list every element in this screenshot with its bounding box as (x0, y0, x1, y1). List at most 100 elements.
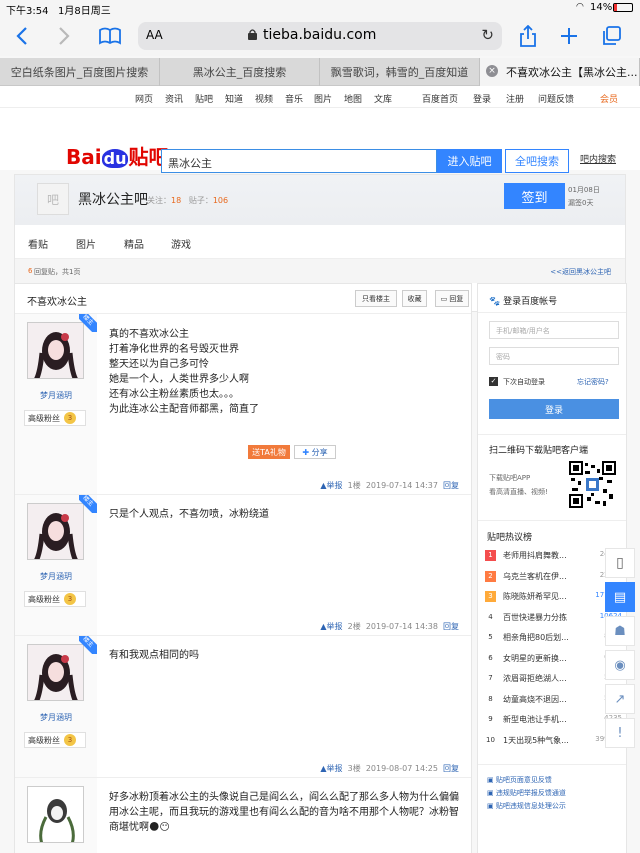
browser-tab[interactable]: 飘雪歌词，韩雪的_百度知道 (320, 58, 480, 86)
tab-featured[interactable]: 精品 (124, 236, 144, 251)
browser-tab-active[interactable]: × 不喜欢冰公主【黑冰公主... (480, 58, 640, 86)
back-button[interactable] (8, 22, 36, 50)
favorite-button[interactable]: 收藏 (402, 290, 427, 307)
username[interactable]: 梦月涵玥 (15, 571, 97, 582)
password-field[interactable]: 密码 (489, 347, 619, 365)
hot-topic-item[interactable]: 9新型电池让手机...4235 (485, 713, 622, 727)
close-tab-icon[interactable]: × (486, 65, 498, 77)
report-page-button[interactable]: ! (605, 718, 635, 748)
nav-link[interactable]: 地图 (344, 92, 362, 105)
report-link[interactable]: ▲举报 (320, 622, 342, 631)
lock-icon (248, 29, 257, 40)
hot-topic-item[interactable]: 7浓眉哥拒绝湖人...5789 (485, 672, 622, 686)
share-page-button[interactable]: ↗ (605, 684, 635, 714)
nav-link-vip[interactable]: 会员 (600, 92, 618, 105)
nav-link-baidu-home[interactable]: 百度首页 (422, 92, 458, 105)
browser-tab[interactable]: 空白纸条图片_百度图片搜索 (0, 58, 160, 86)
violation-notice-link[interactable]: ▣ 贴吧违规信息处理公示 (487, 800, 566, 813)
reload-icon[interactable]: ↻ (481, 26, 494, 44)
hot-topic-item[interactable]: 101天出现5种气象...399874 (485, 734, 622, 748)
share-button[interactable] (514, 22, 542, 50)
hot-topic-title: 新型电池让手机... (503, 715, 567, 724)
avatar[interactable] (27, 503, 84, 560)
all-forum-search-button[interactable]: 全吧搜索 (505, 149, 569, 173)
nav-link[interactable]: 知道 (225, 92, 243, 105)
auto-login-label: 下次自动登录 (503, 378, 545, 386)
hot-topic-item[interactable]: 1老师用抖肩舞教...24560 (485, 549, 622, 563)
username[interactable]: 梦月涵玥 (15, 712, 97, 723)
cat-button[interactable]: ◉ (605, 650, 635, 680)
report-channel-link[interactable]: ▣ 违规贴吧举报反馈通道 (487, 787, 566, 800)
forward-button[interactable] (50, 22, 78, 50)
robot-button[interactable]: ☗ (605, 616, 635, 646)
active-tab-title: 不喜欢冰公主【黑冰公主... (506, 66, 638, 79)
post-floor-2: 楼主 梦月涵玥 高级粉丝 3 只是个人观点，不喜勿喷，冰粉绕道 ▲举报 2楼 20… (15, 495, 471, 636)
login-button[interactable]: 登录 (489, 399, 619, 419)
intra-forum-search-link[interactable]: 吧内搜索 (580, 154, 616, 167)
back-to-forum-link[interactable]: <<返回黑冰公主吧 (550, 267, 611, 277)
reply-button[interactable]: ▭ 回复 (435, 290, 469, 307)
top-nav: 网页 资讯 贴吧 知道 视频 音乐 图片 地图 文库 百度首页 登录 注册 问题… (0, 86, 640, 108)
hot-topic-item[interactable]: 4百世快递暴力分拣10624 (485, 611, 622, 625)
browser-toolbar: AA tieba.baidu.com ↻ (0, 16, 640, 56)
fan-level: 高级粉丝 3 (24, 732, 86, 748)
hot-rank: 9 (488, 715, 493, 723)
hot-topic-item[interactable]: 5相亲角把80后划...8788 (485, 631, 622, 645)
forgot-password-link[interactable]: 忘记密码? (577, 377, 609, 387)
tab-posts[interactable]: 看贴 (28, 236, 48, 251)
username[interactable]: 梦月涵玥 (15, 390, 97, 401)
nav-link[interactable]: 资讯 (165, 92, 183, 105)
webpage: 网页 资讯 贴吧 知道 视频 音乐 图片 地图 文库 百度首页 登录 注册 问题… (0, 86, 640, 853)
tabs-overview-button[interactable] (597, 22, 625, 50)
reply-link[interactable]: 回复 (443, 622, 459, 631)
forum-name[interactable]: 黑冰公主吧 (78, 189, 148, 209)
tab-games[interactable]: 游戏 (171, 236, 191, 251)
report-link[interactable]: ▲举报 (320, 764, 342, 773)
share-post-button[interactable]: ✚ 分享 (294, 445, 336, 459)
username-field[interactable]: 手机/邮箱/用户名 (489, 321, 619, 339)
cat-icon: ◉ (614, 657, 626, 673)
hot-topic-item[interactable]: 3陈晓陈妍希罕见...171245 (485, 590, 622, 604)
send-gift-button[interactable]: 送TA礼物 (248, 445, 290, 459)
post-content: 真的不喜欢冰公主 打着净化世界的名号毁灭世界 整天还以为自己多可怜 她是一个人，… (109, 329, 259, 415)
avatar[interactable] (27, 644, 84, 701)
auto-login-checkbox[interactable]: ✓ (489, 377, 498, 386)
reply-link[interactable]: 回复 (443, 481, 459, 490)
tieba-logo[interactable]: Bai du 贴吧 (66, 141, 168, 170)
reply-link[interactable]: 回复 (443, 764, 459, 773)
post-author-panel: 楼主 梦月涵玥 高级粉丝 3 (15, 495, 97, 635)
search-input[interactable]: 黑冰公主 (161, 149, 437, 173)
nav-link[interactable]: 贴吧 (195, 92, 213, 105)
address-bar[interactable]: AA tieba.baidu.com ↻ (138, 22, 502, 50)
feedback-link[interactable]: ▣ 贴吧页面意见反馈 (487, 774, 566, 787)
avatar[interactable] (27, 786, 84, 843)
tab-images[interactable]: 图片 (76, 236, 96, 251)
nav-link-register[interactable]: 注册 (506, 92, 524, 105)
level-badge-icon: 3 (64, 593, 76, 605)
sign-in-button[interactable]: 签到 (504, 183, 565, 209)
browser-tab[interactable]: 黑冰公主_百度搜索 (160, 58, 320, 86)
feedback-button[interactable]: ▤ (605, 582, 635, 612)
reader-aa-button[interactable]: AA (146, 28, 163, 42)
bookmarks-button[interactable] (96, 22, 124, 50)
op-badge: 楼主 (79, 495, 97, 513)
download-app-button[interactable]: ▯ (605, 548, 635, 578)
hot-rank: 3 (485, 591, 496, 602)
avatar[interactable] (27, 322, 84, 379)
post-author-panel (15, 778, 97, 853)
only-op-button[interactable]: 只看楼主 (355, 290, 397, 307)
hot-topic-item[interactable]: 6女明星的更新换...6432 (485, 652, 622, 666)
nav-link[interactable]: 文库 (374, 92, 392, 105)
hot-topic-item[interactable]: 8幼童高烧不退因...5477 (485, 693, 622, 707)
new-tab-button[interactable] (555, 22, 583, 50)
nav-link[interactable]: 音乐 (285, 92, 303, 105)
nav-link[interactable]: 网页 (135, 92, 153, 105)
nav-link[interactable]: 视频 (255, 92, 273, 105)
report-link[interactable]: ▲举报 (320, 481, 342, 490)
nav-link-login[interactable]: 登录 (473, 92, 491, 105)
enter-forum-button[interactable]: 进入贴吧 (437, 149, 502, 173)
post-content: 好多冰粉顶着冰公主的头像说自己是阎么么，阎么么配了那么多人物为什么偏偏用冰公主呢… (109, 792, 459, 833)
nav-link-feedback[interactable]: 问题反馈 (538, 92, 574, 105)
hot-topic-item[interactable]: 2乌克兰客机在伊...22688 (485, 570, 622, 584)
nav-link[interactable]: 图片 (314, 92, 332, 105)
